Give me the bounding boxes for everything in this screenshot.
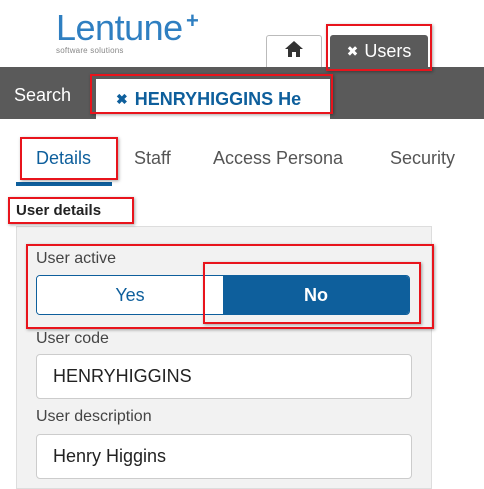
logo-wordmark: Lentune xyxy=(56,7,183,48)
user-description-label: User description xyxy=(36,408,152,425)
active-tab-indicator xyxy=(16,182,112,186)
tab-details[interactable]: Details xyxy=(36,148,91,169)
tab-home[interactable] xyxy=(266,35,322,67)
lentune-logo: Lentune + software solutions xyxy=(56,7,199,55)
user-active-yes-option[interactable]: Yes xyxy=(37,276,223,314)
tab-staff[interactable]: Staff xyxy=(134,148,171,169)
record-tab[interactable]: ✖ HENRYHIGGINS He xyxy=(96,79,330,119)
close-icon[interactable]: ✖ xyxy=(347,43,359,60)
record-tab-bar: Search ✖ HENRYHIGGINS He xyxy=(0,67,484,119)
user-active-toggle[interactable]: Yes No xyxy=(36,275,410,315)
section-title: User details xyxy=(16,202,102,219)
tab-security[interactable]: Security xyxy=(390,148,455,169)
tab-users[interactable]: ✖ Users xyxy=(330,35,428,67)
user-description-field[interactable]: Henry Higgins xyxy=(36,434,412,479)
close-icon[interactable]: ✖ xyxy=(116,91,128,108)
record-tab-label: HENRYHIGGINS He xyxy=(134,88,302,109)
tab-users-label: Users xyxy=(364,40,412,61)
user-code-label: User code xyxy=(36,330,109,347)
search-tab[interactable]: Search xyxy=(14,85,71,106)
logo-plus: + xyxy=(186,8,199,33)
user-code-field[interactable]: HENRYHIGGINS xyxy=(36,354,412,399)
tab-access-persona[interactable]: Access Persona xyxy=(213,148,343,169)
user-active-no-option[interactable]: No xyxy=(223,276,409,314)
user-active-label: User active xyxy=(36,250,117,267)
home-icon xyxy=(284,40,304,63)
